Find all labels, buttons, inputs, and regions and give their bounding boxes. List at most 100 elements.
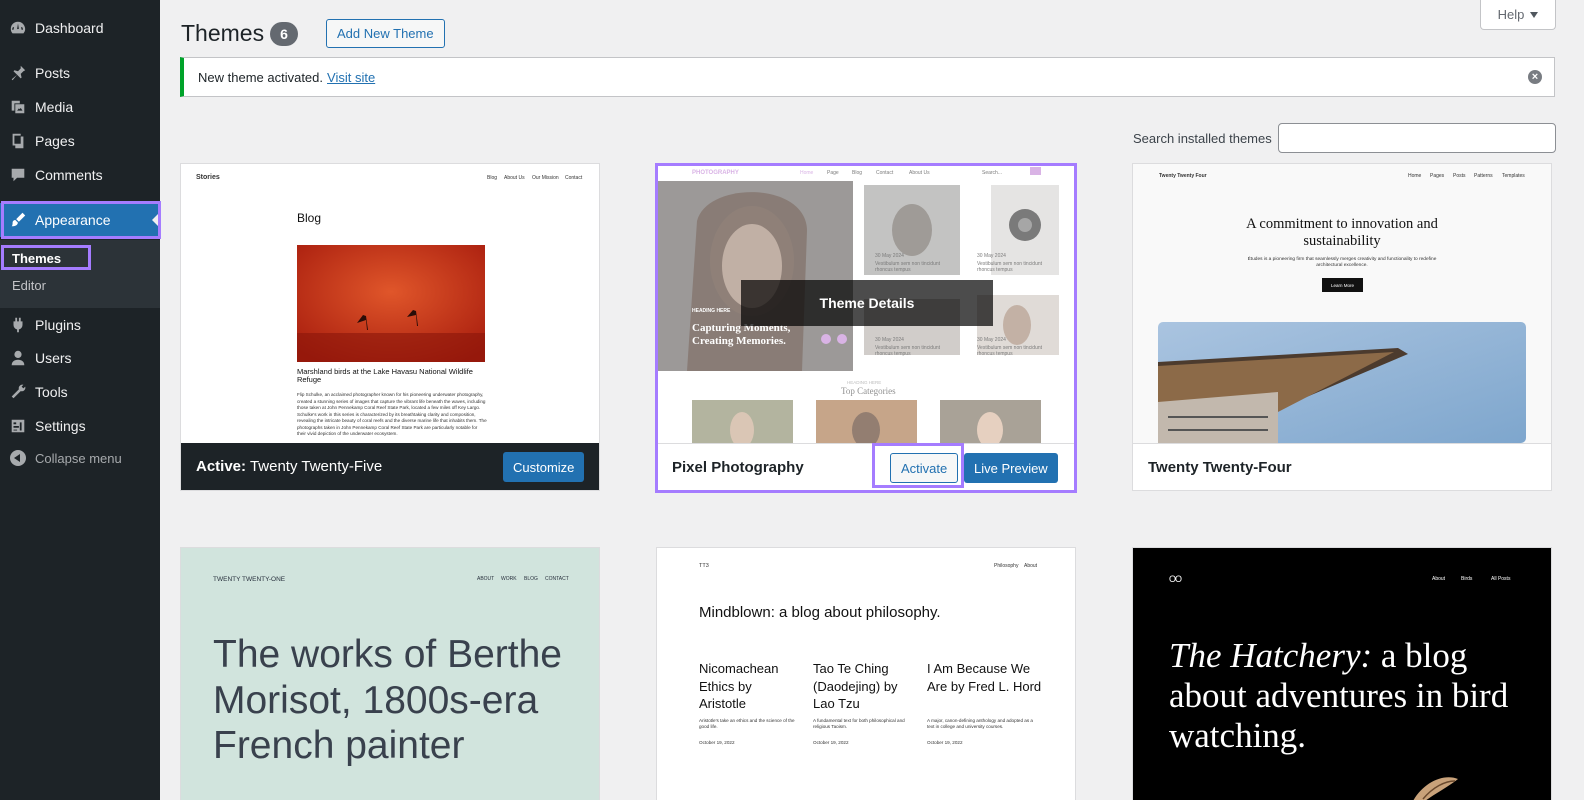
sidebar-item-tools[interactable]: Tools xyxy=(0,375,160,409)
sidebar-item-posts[interactable]: Posts xyxy=(0,56,160,90)
dismiss-notice-icon[interactable]: × xyxy=(1528,70,1542,84)
preview-site-title: Twenty Twenty Four xyxy=(1159,173,1207,179)
active-prefix: Active: xyxy=(196,458,247,475)
submenu-item-editor[interactable]: Editor xyxy=(12,278,46,293)
preview-nav-contact: CONTACT xyxy=(545,576,569,582)
preview-post-2-title: Tao Te Ching (Daodejing) by Lao Tzu xyxy=(813,661,898,711)
sidebar-item-label: Pages xyxy=(35,133,75,149)
theme-screenshot: PHOTOGRAPHY Home Page Blog Contact About… xyxy=(657,164,1075,443)
preview-nav-blog: BLOG xyxy=(524,576,538,582)
notice-text: New theme activated. xyxy=(198,69,324,85)
preview-nav-posts: Posts xyxy=(1453,173,1466,179)
preview-headline-italic: The Hatchery: xyxy=(1169,636,1373,675)
sidebar-item-pages[interactable]: Pages xyxy=(0,124,160,158)
theme-bar: Pixel Photography Activate Live Preview xyxy=(657,443,1075,490)
preview-nav-patterns: Patterns xyxy=(1474,173,1493,179)
active-name: Twenty Twenty-Five xyxy=(249,458,383,475)
live-preview-button[interactable]: Live Preview xyxy=(964,453,1058,483)
sidebar-item-users[interactable]: Users xyxy=(0,341,160,375)
preview-caption: Marshland birds at the Lake Havasu Natio… xyxy=(297,367,473,384)
collapse-arrow-icon xyxy=(10,450,26,466)
preview-post-3-date: October 19, 2022 xyxy=(927,740,963,745)
preview-nav-birds: Birds xyxy=(1461,576,1473,582)
preview-post-3-excerpt: A major, canon-defining anthology and ad… xyxy=(927,718,1033,729)
theme-count-badge: 6 xyxy=(270,22,298,46)
theme-bar: Active: Twenty Twenty-Five Customize xyxy=(181,443,599,490)
comment-icon xyxy=(8,165,28,185)
preview-site-title: Stories xyxy=(196,174,220,181)
preview-architecture-photo xyxy=(1158,322,1526,443)
sidebar-item-plugins[interactable]: Plugins xyxy=(0,308,160,342)
theme-details-button[interactable]: Theme Details xyxy=(741,280,993,326)
preview-nav-all-posts: All Posts xyxy=(1491,576,1511,582)
collapse-label: Collapse menu xyxy=(35,450,122,466)
activate-button[interactable]: Activate xyxy=(890,453,959,483)
active-theme-name: Active: Twenty Twenty-Five xyxy=(196,458,382,475)
page-title: Themes xyxy=(181,20,265,46)
sidebar-item-settings[interactable]: Settings xyxy=(0,409,160,443)
sidebar-item-appearance[interactable]: Appearance xyxy=(0,203,160,237)
dashboard-icon xyxy=(8,18,28,38)
success-notice: New theme activated. Visit site × xyxy=(180,57,1555,97)
theme-card-hatchery[interactable]: OO About Birds All Posts The Hatchery: a… xyxy=(1132,547,1552,800)
preview-sunset-photo xyxy=(297,245,485,362)
theme-name: Pixel Photography xyxy=(672,458,804,476)
customize-button[interactable]: Customize xyxy=(503,452,585,482)
pages-icon xyxy=(8,131,28,151)
preview-post-1-excerpt: Aristotle's take an ethics and the scien… xyxy=(699,718,795,729)
theme-screenshot: TWENTY TWENTY-ONE ABOUT WORK BLOG CONTAC… xyxy=(181,548,599,800)
theme-name: Twenty Twenty-Four xyxy=(1148,458,1292,476)
sidebar-item-label: Media xyxy=(35,99,74,115)
preview-nav-about: About Us xyxy=(504,175,525,181)
preview-bird-feather xyxy=(1413,777,1458,800)
settings-icon xyxy=(8,416,28,436)
sidebar-item-comments[interactable]: Comments xyxy=(0,158,160,192)
theme-screenshot: Stories Blog About Us Our Mission Contac… xyxy=(181,164,599,443)
preview-body: Flip Schulke, an acclaimed photographer … xyxy=(297,392,487,436)
plugin-icon xyxy=(8,315,28,335)
submenu-item-themes[interactable]: Themes xyxy=(12,251,61,266)
preview-heading: Blog xyxy=(297,211,322,225)
preview-post-2-excerpt: A fundamental text for both philosophica… xyxy=(813,718,905,729)
sidebar-item-label: Posts xyxy=(35,65,71,81)
preview-headline: A commitment to innovation and sustainab… xyxy=(1246,216,1438,249)
preview-nav-pages: Pages xyxy=(1430,173,1445,179)
theme-screenshot: Twenty Twenty Four Home Pages Posts Patt… xyxy=(1133,164,1551,443)
sidebar-item-label: Users xyxy=(35,350,72,366)
theme-card-twenty-twenty-one[interactable]: TWENTY TWENTY-ONE ABOUT WORK BLOG CONTAC… xyxy=(180,547,600,800)
preview-site-title: TWENTY TWENTY-ONE xyxy=(213,576,286,583)
visit-site-link[interactable]: Visit site xyxy=(327,70,375,85)
pin-icon xyxy=(8,63,28,83)
theme-card-twenty-twenty-five[interactable]: Stories Blog About Us Our Mission Contac… xyxy=(180,163,600,491)
preview-site-title: TT3 xyxy=(699,563,709,569)
preview-post-1-date: October 19, 2022 xyxy=(699,740,735,745)
theme-card-pixel-photography[interactable]: PHOTOGRAPHY Home Page Blog Contact About… xyxy=(656,163,1076,491)
add-new-theme-button[interactable]: Add New Theme xyxy=(326,19,445,48)
collapse-menu-button[interactable]: Collapse menu xyxy=(0,448,122,468)
help-tab-button[interactable]: Help xyxy=(1480,0,1556,30)
preview-headline: The Hatchery: a blog about adventures in… xyxy=(1169,636,1509,756)
sidebar-item-label: Dashboard xyxy=(35,20,104,36)
media-icon xyxy=(8,97,28,117)
preview-nav-work: WORK xyxy=(501,576,517,582)
preview-nav-about: ABOUT xyxy=(477,576,495,582)
preview-post-3-title: I Am Because We Are by Fred L. Hord xyxy=(927,661,1042,694)
sidebar-item-label: Appearance xyxy=(35,212,111,228)
search-themes-input[interactable] xyxy=(1278,123,1556,153)
theme-card-twenty-twenty-three[interactable]: TT3 Philosophy About Mindblown: a blog a… xyxy=(656,547,1076,800)
theme-screenshot: TT3 Philosophy About Mindblown: a blog a… xyxy=(657,548,1075,800)
sidebar-item-label: Tools xyxy=(35,384,68,400)
admin-sidebar: Dashboard Posts Media Pages Comments App… xyxy=(0,0,160,800)
help-label: Help xyxy=(1497,7,1525,22)
sidebar-item-label: Settings xyxy=(35,418,86,434)
preview-sub: Études is a pioneering firm that seamles… xyxy=(1247,257,1437,268)
preview-nav-home: Home xyxy=(1408,173,1422,179)
theme-screenshot: OO About Birds All Posts The Hatchery: a… xyxy=(1133,548,1551,800)
preview-nav-contact: Contact xyxy=(565,175,583,181)
preview-nav-philosophy: Philosophy xyxy=(994,563,1019,569)
sidebar-item-dashboard[interactable]: Dashboard xyxy=(0,11,160,45)
sidebar-item-media[interactable]: Media xyxy=(0,90,160,124)
user-icon xyxy=(8,348,28,368)
preview-headline: Mindblown: a blog about philosophy. xyxy=(699,604,941,621)
theme-card-twenty-twenty-four[interactable]: Twenty Twenty Four Home Pages Posts Patt… xyxy=(1132,163,1552,491)
